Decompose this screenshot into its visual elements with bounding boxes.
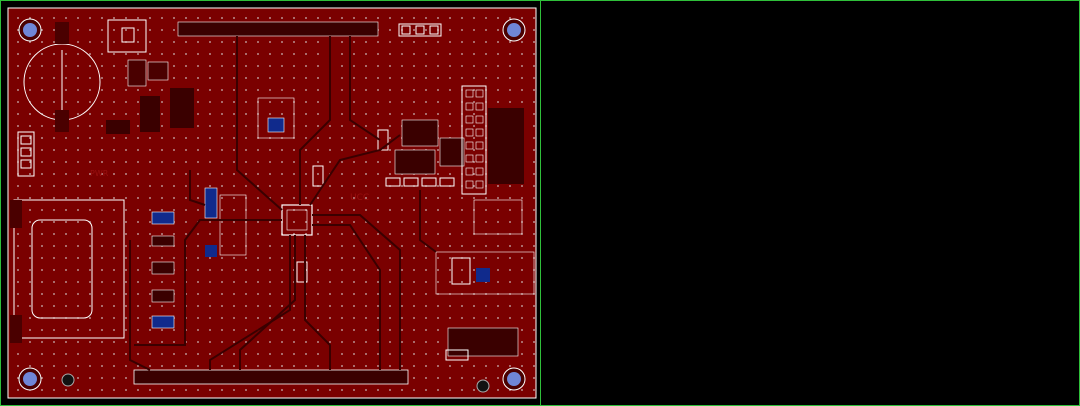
pcb-viewer: UCC PWR xyxy=(0,0,1080,406)
empty-pane[interactable] xyxy=(541,1,1078,405)
